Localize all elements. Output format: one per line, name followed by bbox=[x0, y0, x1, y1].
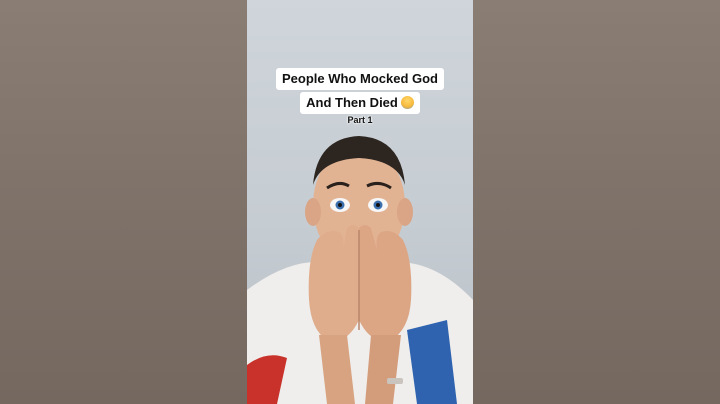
bracelet bbox=[387, 378, 403, 384]
right-ear bbox=[397, 198, 413, 226]
caption-line-1: People Who Mocked God bbox=[247, 68, 473, 90]
blurred-background-left bbox=[0, 0, 247, 404]
blurred-background-right bbox=[473, 0, 720, 404]
left-ear bbox=[305, 198, 321, 226]
fearful-face-emoji-icon bbox=[400, 96, 414, 109]
part-label: Part 1 bbox=[347, 115, 373, 125]
video-frame: People Who Mocked God And Then Died Part… bbox=[247, 0, 473, 404]
caption-line-2: And Then Died bbox=[247, 92, 473, 114]
caption-line-2-text: And Then Died bbox=[306, 95, 398, 110]
right-hand bbox=[359, 225, 412, 341]
shorts-frame: People Who Mocked God And Then Died Part… bbox=[0, 0, 720, 404]
left-hand bbox=[308, 225, 359, 341]
person-illustration bbox=[247, 136, 473, 404]
